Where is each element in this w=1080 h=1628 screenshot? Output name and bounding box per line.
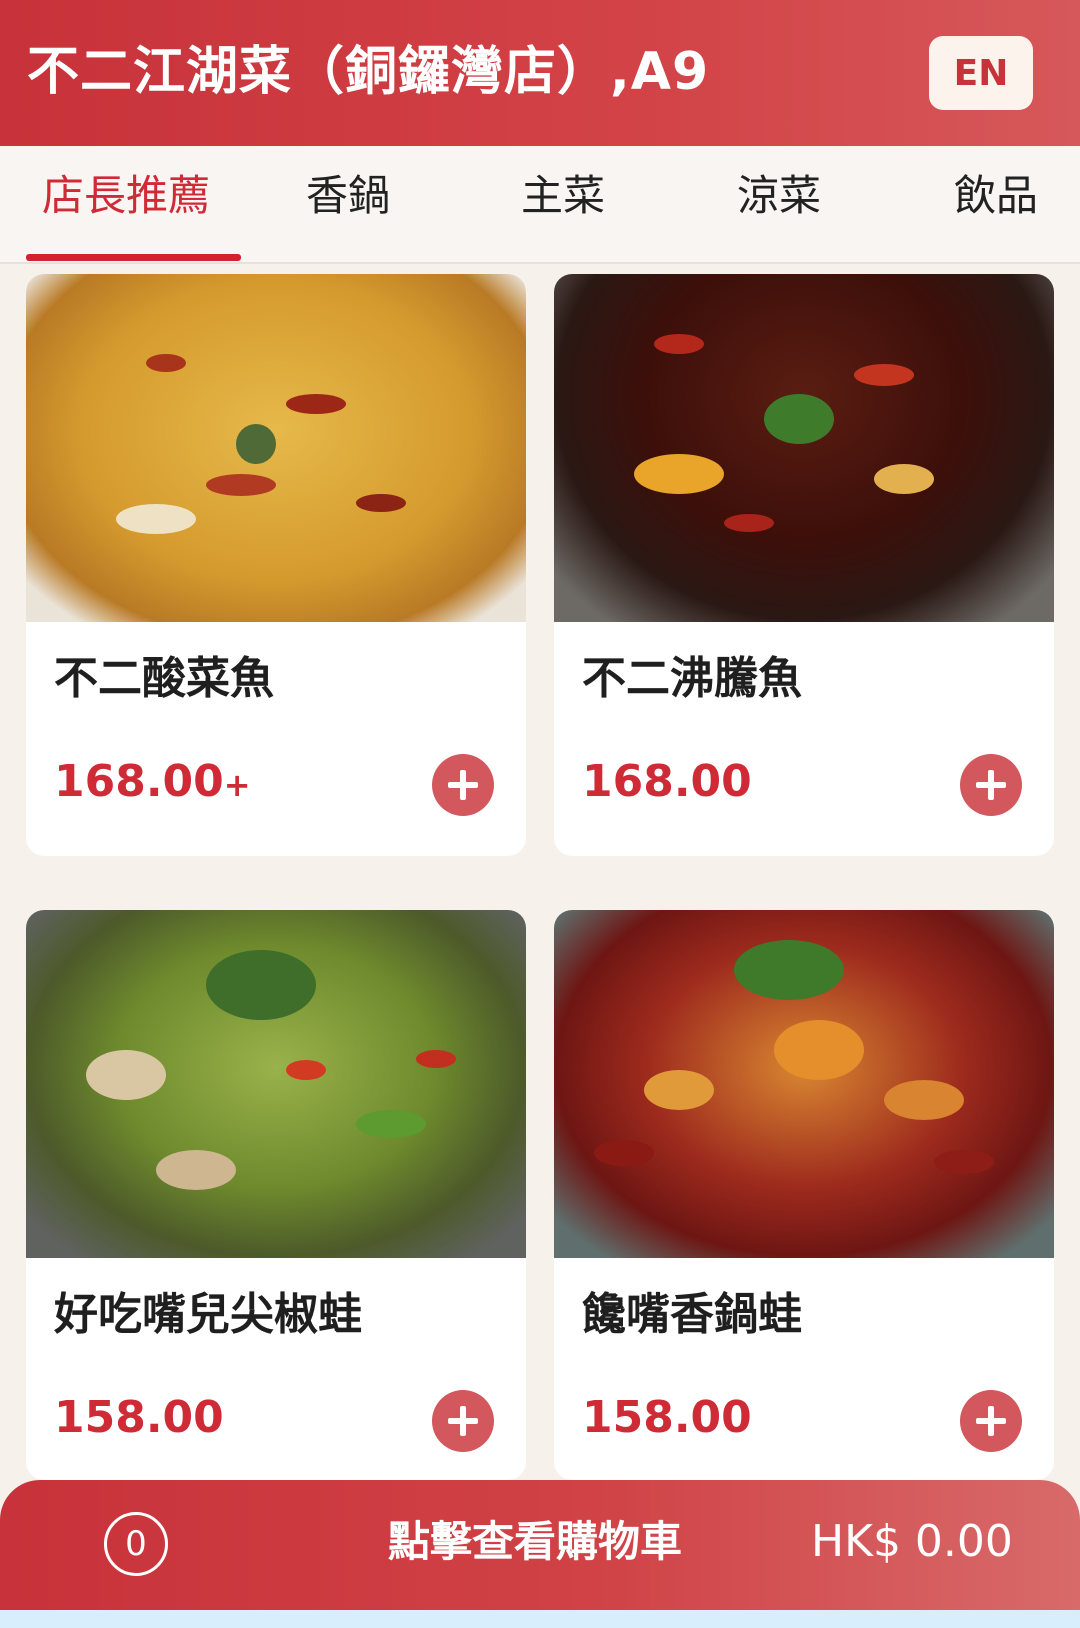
menu-card[interactable]: 好吃嘴兒尖椒蛙 158.00 bbox=[26, 910, 526, 1480]
dish-price: 168.00 bbox=[582, 756, 752, 807]
dish-photo bbox=[26, 274, 526, 622]
dish-photo bbox=[554, 910, 1054, 1258]
store-title: 不二江湖菜（銅鑼灣店）,A9 bbox=[27, 42, 710, 102]
dish-name: 不二沸騰魚 bbox=[582, 653, 802, 704]
active-tab-indicator bbox=[26, 254, 241, 261]
dish-price: 168.00+ bbox=[54, 756, 251, 807]
tab-main-dishes[interactable]: 主菜 bbox=[455, 146, 671, 262]
add-to-cart-button[interactable] bbox=[432, 1390, 494, 1452]
menu-card[interactable]: 不二沸騰魚 168.00 bbox=[554, 274, 1054, 856]
menu-card[interactable]: 饞嘴香鍋蛙 158.00 bbox=[554, 910, 1054, 1480]
menu-card[interactable]: 不二酸菜魚 168.00+ bbox=[26, 274, 526, 856]
tab-recommended[interactable]: 店長推薦 bbox=[18, 146, 234, 262]
dish-photo bbox=[554, 274, 1054, 622]
cart-count-badge: 0 bbox=[104, 1512, 168, 1576]
add-to-cart-button[interactable] bbox=[960, 754, 1022, 816]
dish-name: 好吃嘴兒尖椒蛙 bbox=[54, 1289, 362, 1340]
app-header: 不二江湖菜（銅鑼灣店）,A9 EN bbox=[0, 0, 1080, 146]
add-to-cart-button[interactable] bbox=[432, 754, 494, 816]
bottom-safe-area bbox=[0, 1610, 1080, 1628]
dish-name: 不二酸菜魚 bbox=[54, 653, 274, 704]
view-cart-label[interactable]: 點擊查看購物車 bbox=[388, 1514, 682, 1570]
dish-photo bbox=[26, 910, 526, 1258]
dish-price: 158.00 bbox=[54, 1392, 224, 1443]
cart-bar[interactable]: 0 點擊查看購物車 HK$ 0.00 bbox=[0, 1480, 1080, 1610]
language-toggle-button[interactable]: EN bbox=[929, 36, 1033, 110]
dish-price: 158.00 bbox=[582, 1392, 752, 1443]
category-tabs: 店長推薦 香鍋 主菜 涼菜 飲品 bbox=[0, 146, 1080, 264]
tab-spicy-pot[interactable]: 香鍋 bbox=[240, 146, 456, 262]
add-to-cart-button[interactable] bbox=[960, 1390, 1022, 1452]
dish-name: 饞嘴香鍋蛙 bbox=[582, 1289, 802, 1340]
tab-cold-dishes[interactable]: 涼菜 bbox=[671, 146, 887, 262]
cart-total: HK$ 0.00 bbox=[811, 1516, 1013, 1567]
tab-drinks[interactable]: 飲品 bbox=[888, 146, 1080, 262]
